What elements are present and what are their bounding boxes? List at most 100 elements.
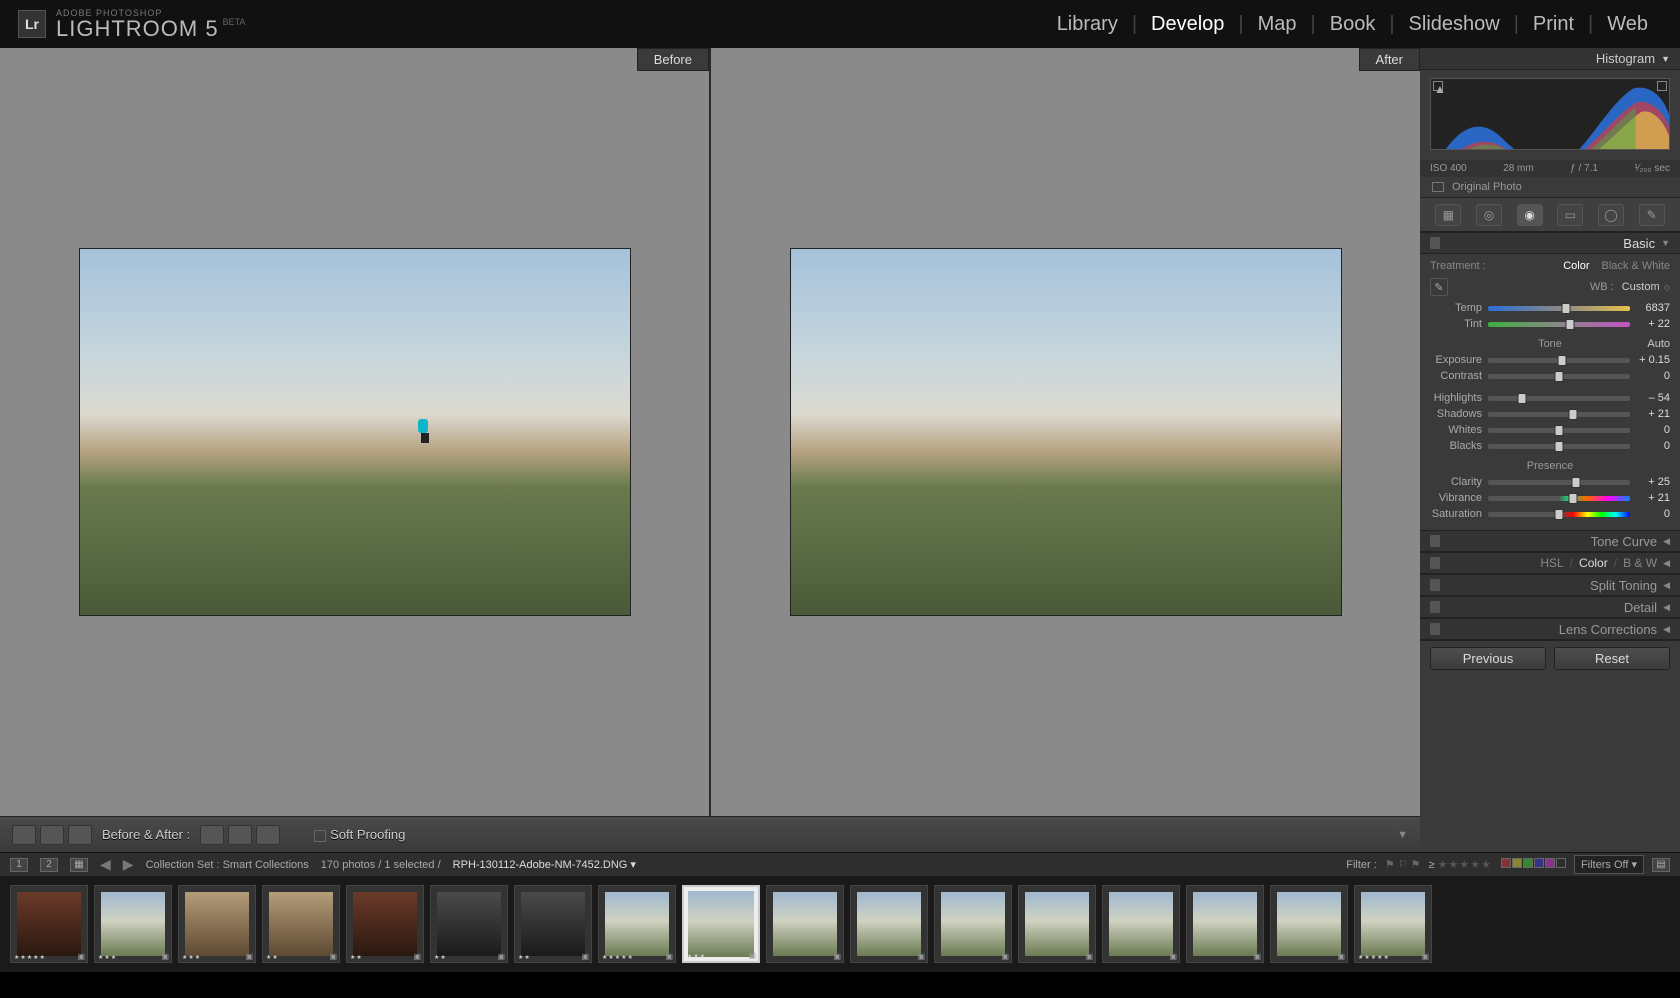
before-label: Before xyxy=(637,48,709,71)
collection-path[interactable]: Collection Set : Smart Collections xyxy=(146,859,309,871)
filename[interactable]: RPH-130112-Adobe-NM-7452.DNG ▾ xyxy=(453,858,636,871)
secondary-display-button[interactable]: 2 xyxy=(40,858,58,872)
vibrance-slider[interactable]: Vibrance + 21 xyxy=(1430,490,1670,506)
exposure-slider[interactable]: Exposure + 0.15 xyxy=(1430,352,1670,368)
temp-slider[interactable]: Temp 6837 xyxy=(1430,300,1670,316)
color-filter[interactable] xyxy=(1500,858,1566,871)
saturation-slider[interactable]: Saturation 0 xyxy=(1430,506,1670,522)
hsl-header[interactable]: HSL/ Color/ B & W ◀ xyxy=(1420,552,1680,574)
thumbnail[interactable]: ★★▣ xyxy=(514,885,592,963)
module-library[interactable]: Library xyxy=(1043,13,1132,36)
toolbar-menu-icon[interactable]: ▼ xyxy=(1397,829,1408,841)
filter-lock-icon[interactable]: ▤ xyxy=(1652,858,1670,872)
previous-button[interactable]: Previous xyxy=(1430,647,1546,670)
compare-split-button[interactable] xyxy=(68,825,92,845)
canvas-area: Before After Before & After : xyxy=(0,48,1420,852)
crop-tool-icon[interactable]: ▦ xyxy=(1435,204,1461,226)
before-pane: Before xyxy=(0,48,709,816)
highlight-clip-icon[interactable] xyxy=(1657,81,1667,91)
thumbnail[interactable]: ▣ xyxy=(934,885,1012,963)
treatment-bw[interactable]: Black & White xyxy=(1602,260,1670,272)
module-picker: Library|Develop|Map|Book|Slideshow|Print… xyxy=(1043,13,1662,36)
before-after-label: Before & After : xyxy=(102,827,190,842)
redeye-tool-icon[interactable]: ◉ xyxy=(1517,204,1543,226)
thumbnail[interactable]: ▣ xyxy=(1018,885,1096,963)
module-slideshow[interactable]: Slideshow xyxy=(1395,13,1514,36)
exposure-meta: ISO 40028 mmƒ / 7.1¹⁄₂₀₀ sec xyxy=(1420,160,1680,177)
loupe-view-button[interactable] xyxy=(12,825,36,845)
soft-proofing-toggle[interactable]: Soft Proofing xyxy=(314,827,405,842)
thumbnail[interactable]: ▣ xyxy=(1270,885,1348,963)
thumbnail[interactable]: ★★▣ xyxy=(430,885,508,963)
highlights-slider[interactable]: Highlights – 54 xyxy=(1430,390,1670,406)
detail-header[interactable]: Detail◀ xyxy=(1420,596,1680,618)
thumbnail[interactable]: ▣ xyxy=(1102,885,1180,963)
compare-view-button[interactable] xyxy=(40,825,64,845)
panel-switch-icon[interactable] xyxy=(1430,237,1440,249)
tone-curve-header[interactable]: Tone Curve◀ xyxy=(1420,530,1680,552)
module-print[interactable]: Print xyxy=(1519,13,1588,36)
thumbnail[interactable]: ★★★★★▣ xyxy=(1354,885,1432,963)
module-map[interactable]: Map xyxy=(1244,13,1311,36)
treatment-color[interactable]: Color xyxy=(1563,260,1589,272)
thumbnail[interactable]: ★★★★★▣ xyxy=(598,885,676,963)
radial-filter-icon[interactable]: ◯ xyxy=(1598,204,1624,226)
auto-tone-button[interactable]: Auto xyxy=(1647,338,1670,350)
thumbnail[interactable]: ★★★▣ xyxy=(178,885,256,963)
before-photo[interactable] xyxy=(79,248,631,616)
rating-filter[interactable]: ≥ ★★★★★ xyxy=(1429,858,1492,871)
app-logo: Lr xyxy=(18,10,46,38)
whites-slider[interactable]: Whites 0 xyxy=(1430,422,1670,438)
thumbnail[interactable]: ★★★★★▣ xyxy=(10,885,88,963)
spot-tool-icon[interactable]: ◎ xyxy=(1476,204,1502,226)
after-pane: After xyxy=(709,48,1420,816)
module-web[interactable]: Web xyxy=(1593,13,1662,36)
canvas-toolbar: Before & After : Soft Proofing ▼ xyxy=(0,816,1420,852)
original-photo-toggle[interactable]: Original Photo xyxy=(1420,177,1680,198)
filmstrip[interactable]: ★★★★★▣★★★▣★★★▣★★▣★★▣★★▣★★▣★★★★★▣★★★▣▣▣▣▣… xyxy=(0,876,1680,972)
shadows-slider[interactable]: Shadows + 21 xyxy=(1430,406,1670,422)
thumbnail[interactable]: ★★▣ xyxy=(346,885,424,963)
develop-panel: Histogram▼ ▲ ISO 40028 mmƒ / 7.1¹⁄₂₀₀ se… xyxy=(1420,48,1680,852)
swap-button[interactable] xyxy=(200,825,224,845)
filters-off-dropdown[interactable]: Filters Off ▾ xyxy=(1574,855,1644,874)
presence-title: Presence xyxy=(1430,460,1670,472)
filter-label: Filter : xyxy=(1346,859,1377,871)
brush-tool-icon[interactable]: ✎ xyxy=(1639,204,1665,226)
tint-slider[interactable]: Tint + 22 xyxy=(1430,316,1670,332)
secondary-toolbar: 1 2 ▦ ◀ ▶ Collection Set : Smart Collect… xyxy=(0,852,1680,876)
thumbnail[interactable]: ▣ xyxy=(850,885,928,963)
histogram-header[interactable]: Histogram▼ xyxy=(1420,48,1680,70)
grad-filter-icon[interactable]: ▭ xyxy=(1557,204,1583,226)
lens-corrections-header[interactable]: Lens Corrections◀ xyxy=(1420,618,1680,640)
nav-fwd-icon[interactable]: ▶ xyxy=(123,856,134,873)
reset-button[interactable]: Reset xyxy=(1554,647,1670,670)
module-develop[interactable]: Develop xyxy=(1137,13,1238,36)
wb-label: WB : xyxy=(1590,281,1614,293)
treatment-label: Treatment : xyxy=(1430,260,1486,272)
module-book[interactable]: Book xyxy=(1316,13,1390,36)
copy-after-button[interactable] xyxy=(256,825,280,845)
primary-display-button[interactable]: 1 xyxy=(10,858,28,872)
nav-back-icon[interactable]: ◀ xyxy=(100,856,111,873)
after-label: After xyxy=(1359,48,1420,71)
app-brand: ADOBE PHOTOSHOP LIGHTROOM 5BETA xyxy=(56,9,245,40)
thumbnail[interactable]: ★★★▣ xyxy=(682,885,760,963)
after-photo[interactable] xyxy=(790,248,1342,616)
flag-filter-icon[interactable]: ⚑ ⚐ ⚑ xyxy=(1385,858,1421,871)
thumbnail[interactable]: ★★▣ xyxy=(262,885,340,963)
thumbnail[interactable]: ★★★▣ xyxy=(94,885,172,963)
blacks-slider[interactable]: Blacks 0 xyxy=(1430,438,1670,454)
thumbnail[interactable]: ▣ xyxy=(1186,885,1264,963)
histogram[interactable]: ▲ xyxy=(1420,70,1680,160)
copy-before-button[interactable] xyxy=(228,825,252,845)
shadow-clip-icon[interactable]: ▲ xyxy=(1433,81,1443,91)
wb-dropdown[interactable]: Custom ◇ xyxy=(1622,281,1670,293)
split-toning-header[interactable]: Split Toning◀ xyxy=(1420,574,1680,596)
grid-icon[interactable]: ▦ xyxy=(70,858,88,872)
wb-eyedropper-icon[interactable]: ✎ xyxy=(1430,278,1448,296)
contrast-slider[interactable]: Contrast 0 xyxy=(1430,368,1670,384)
thumbnail[interactable]: ▣ xyxy=(766,885,844,963)
clarity-slider[interactable]: Clarity + 25 xyxy=(1430,474,1670,490)
basic-header[interactable]: Basic▼ xyxy=(1420,232,1680,254)
